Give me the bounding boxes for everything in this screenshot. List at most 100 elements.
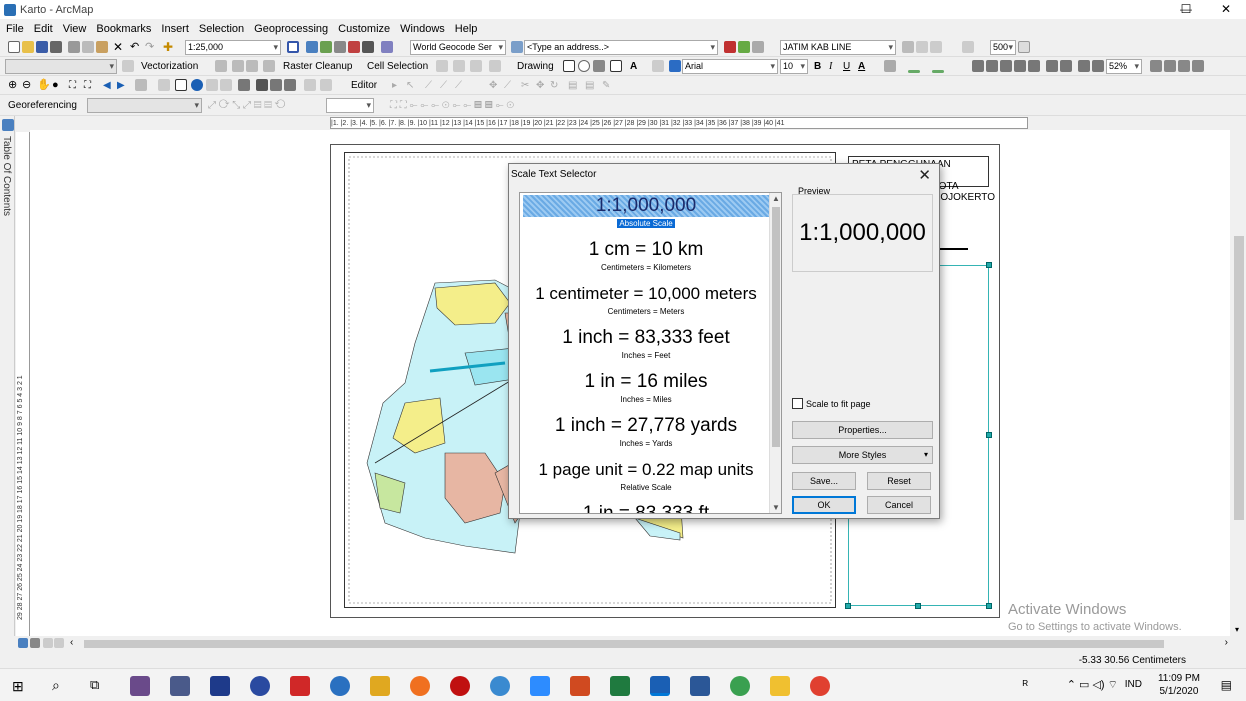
powerpoint-icon[interactable] [570,676,590,696]
notifications-icon[interactable]: ▤ [1221,678,1232,692]
list-scroll-down-icon[interactable]: ▼ [772,503,780,512]
map-scale-combo[interactable]: 1:25,000 [185,40,281,55]
dev-cpp-icon[interactable] [210,676,230,696]
pause-drawing-icon[interactable] [54,638,64,648]
access-icon[interactable] [290,676,310,696]
full-extent-icon[interactable]: ● [52,78,59,93]
toc-pin-icon[interactable] [2,119,14,131]
pan-icon[interactable]: ✋ [37,78,51,93]
raster-pencil-icon[interactable] [246,60,258,72]
cell-select3-icon[interactable] [470,60,482,72]
print-icon[interactable] [50,41,62,53]
copy-icon[interactable] [82,41,94,53]
maximize-button[interactable]: ☐ [1166,0,1206,19]
list-scroll-thumb[interactable] [772,207,780,447]
python-icon[interactable] [362,41,374,53]
infinity-app-icon[interactable] [250,676,270,696]
more-styles-button[interactable]: More Styles ▾ [792,446,933,464]
italic-button[interactable]: I [829,59,832,74]
resize-handle-se[interactable] [986,603,992,609]
file-explorer-icon[interactable] [770,676,790,696]
georef-layer-combo[interactable] [87,98,202,113]
raster-tool-icon[interactable] [215,60,227,72]
people-icon[interactable]: ᴿ [1023,678,1028,692]
close-window-button[interactable]: ✕ [1206,0,1246,19]
reset-button[interactable]: Reset [867,472,931,490]
forward-extent-icon[interactable]: ▶ [117,78,125,93]
font-color-icon[interactable]: A [858,59,865,74]
focus-frame-icon[interactable] [1164,60,1176,72]
bold-button[interactable]: B [814,59,821,74]
back-extent-icon[interactable]: ◀ [103,78,111,93]
data-view-icon[interactable] [18,638,28,648]
redo-icon[interactable]: ↷ [145,40,154,55]
list-item[interactable]: 1 cm = 10 km Centimeters = Kilometers [520,239,772,274]
data-driven-pages-icon[interactable] [1192,60,1204,72]
line-color-icon[interactable] [908,70,920,73]
checkbox-icon[interactable] [792,398,803,409]
menu-file[interactable]: File [6,23,24,35]
menu-help[interactable]: Help [455,23,478,35]
full-page-icon[interactable] [1014,60,1026,72]
layout-view-icon[interactable] [30,638,40,648]
font-size-combo[interactable]: 10 [780,59,808,74]
search-icon[interactable]: ⌕ [52,677,60,694]
cell-select-icon[interactable] [436,60,448,72]
arctoolbox-icon[interactable] [348,41,360,53]
select-elements-icon[interactable] [563,60,575,72]
zoom-in-icon[interactable]: ⊕ [8,78,17,93]
identify-icon[interactable] [191,79,203,91]
raster-eraser-icon[interactable] [263,60,275,72]
undo-icon[interactable]: ↶ [130,40,139,55]
cell-selection-menu[interactable]: Cell Selection [367,59,428,74]
globe-app-icon[interactable] [730,676,750,696]
dialog-close-button[interactable]: ✕ [918,166,931,184]
list-scrollbar[interactable]: ▲ ▼ [769,193,781,513]
system-tray-icons[interactable]: ⌃ ▭ ◁) ⌔ [1067,678,1118,692]
clear-selection-icon[interactable] [158,79,170,91]
list-item[interactable]: 1 in = 16 miles Inches = Miles [520,371,772,406]
rectangle-icon[interactable] [610,60,622,72]
cell-select2-icon[interactable] [453,60,465,72]
firefox-icon[interactable] [410,676,430,696]
zoom-whole-page-icon[interactable] [593,60,605,72]
zoom-app-icon[interactable] [530,676,550,696]
cancel-button[interactable]: Cancel [867,496,931,514]
flicker-rate-input[interactable]: 500 [990,40,1016,55]
new-document-icon[interactable] [8,41,20,53]
resize-handle-e[interactable] [986,432,992,438]
drawing-menu[interactable]: Drawing [517,59,554,74]
select-elements-map-icon[interactable] [175,79,187,91]
swipe-icon[interactable] [916,41,928,53]
save-icon[interactable] [36,41,48,53]
toggle-draft-icon[interactable] [1150,60,1162,72]
toc-tab-label[interactable]: Table Of Contents [1,136,12,216]
callout-icon[interactable] [652,60,664,72]
fill-color-icon[interactable] [884,60,896,72]
app2-icon[interactable] [170,676,190,696]
vertical-scrollbar[interactable]: ▾ [1232,130,1246,636]
list-item[interactable]: 1 inch = 83,333 feet Inches = Feet [520,327,772,362]
georef-scale-input[interactable] [326,98,374,113]
menu-windows[interactable]: Windows [400,23,445,35]
menu-selection[interactable]: Selection [199,23,244,35]
hyperlink-icon[interactable] [206,79,218,91]
resize-handle-s[interactable] [915,603,921,609]
open-icon[interactable] [22,41,34,53]
pan-cell-icon[interactable] [489,60,501,72]
menu-customize[interactable]: Customize [338,23,390,35]
geocode-service-combo[interactable]: World Geocode Ser [410,40,506,55]
underline-button[interactable]: U [843,59,850,74]
go-back-extent-icon[interactable] [1060,60,1072,72]
app7-icon[interactable] [370,676,390,696]
time-slider-icon[interactable] [304,79,316,91]
zoom-out-layout-icon[interactable] [986,60,998,72]
record-app-icon[interactable] [450,676,470,696]
horizontal-scrollbar[interactable]: ‹ › [16,637,1232,651]
zoom-in-layout-icon[interactable] [972,60,984,72]
fixed-zoom-in-icon[interactable] [1028,60,1040,72]
go-forward-extent-icon[interactable] [1078,60,1090,72]
resize-handle-sw[interactable] [845,603,851,609]
layer-combo[interactable]: JATIM KAB LINE [780,40,896,55]
cut-icon[interactable] [68,41,80,53]
